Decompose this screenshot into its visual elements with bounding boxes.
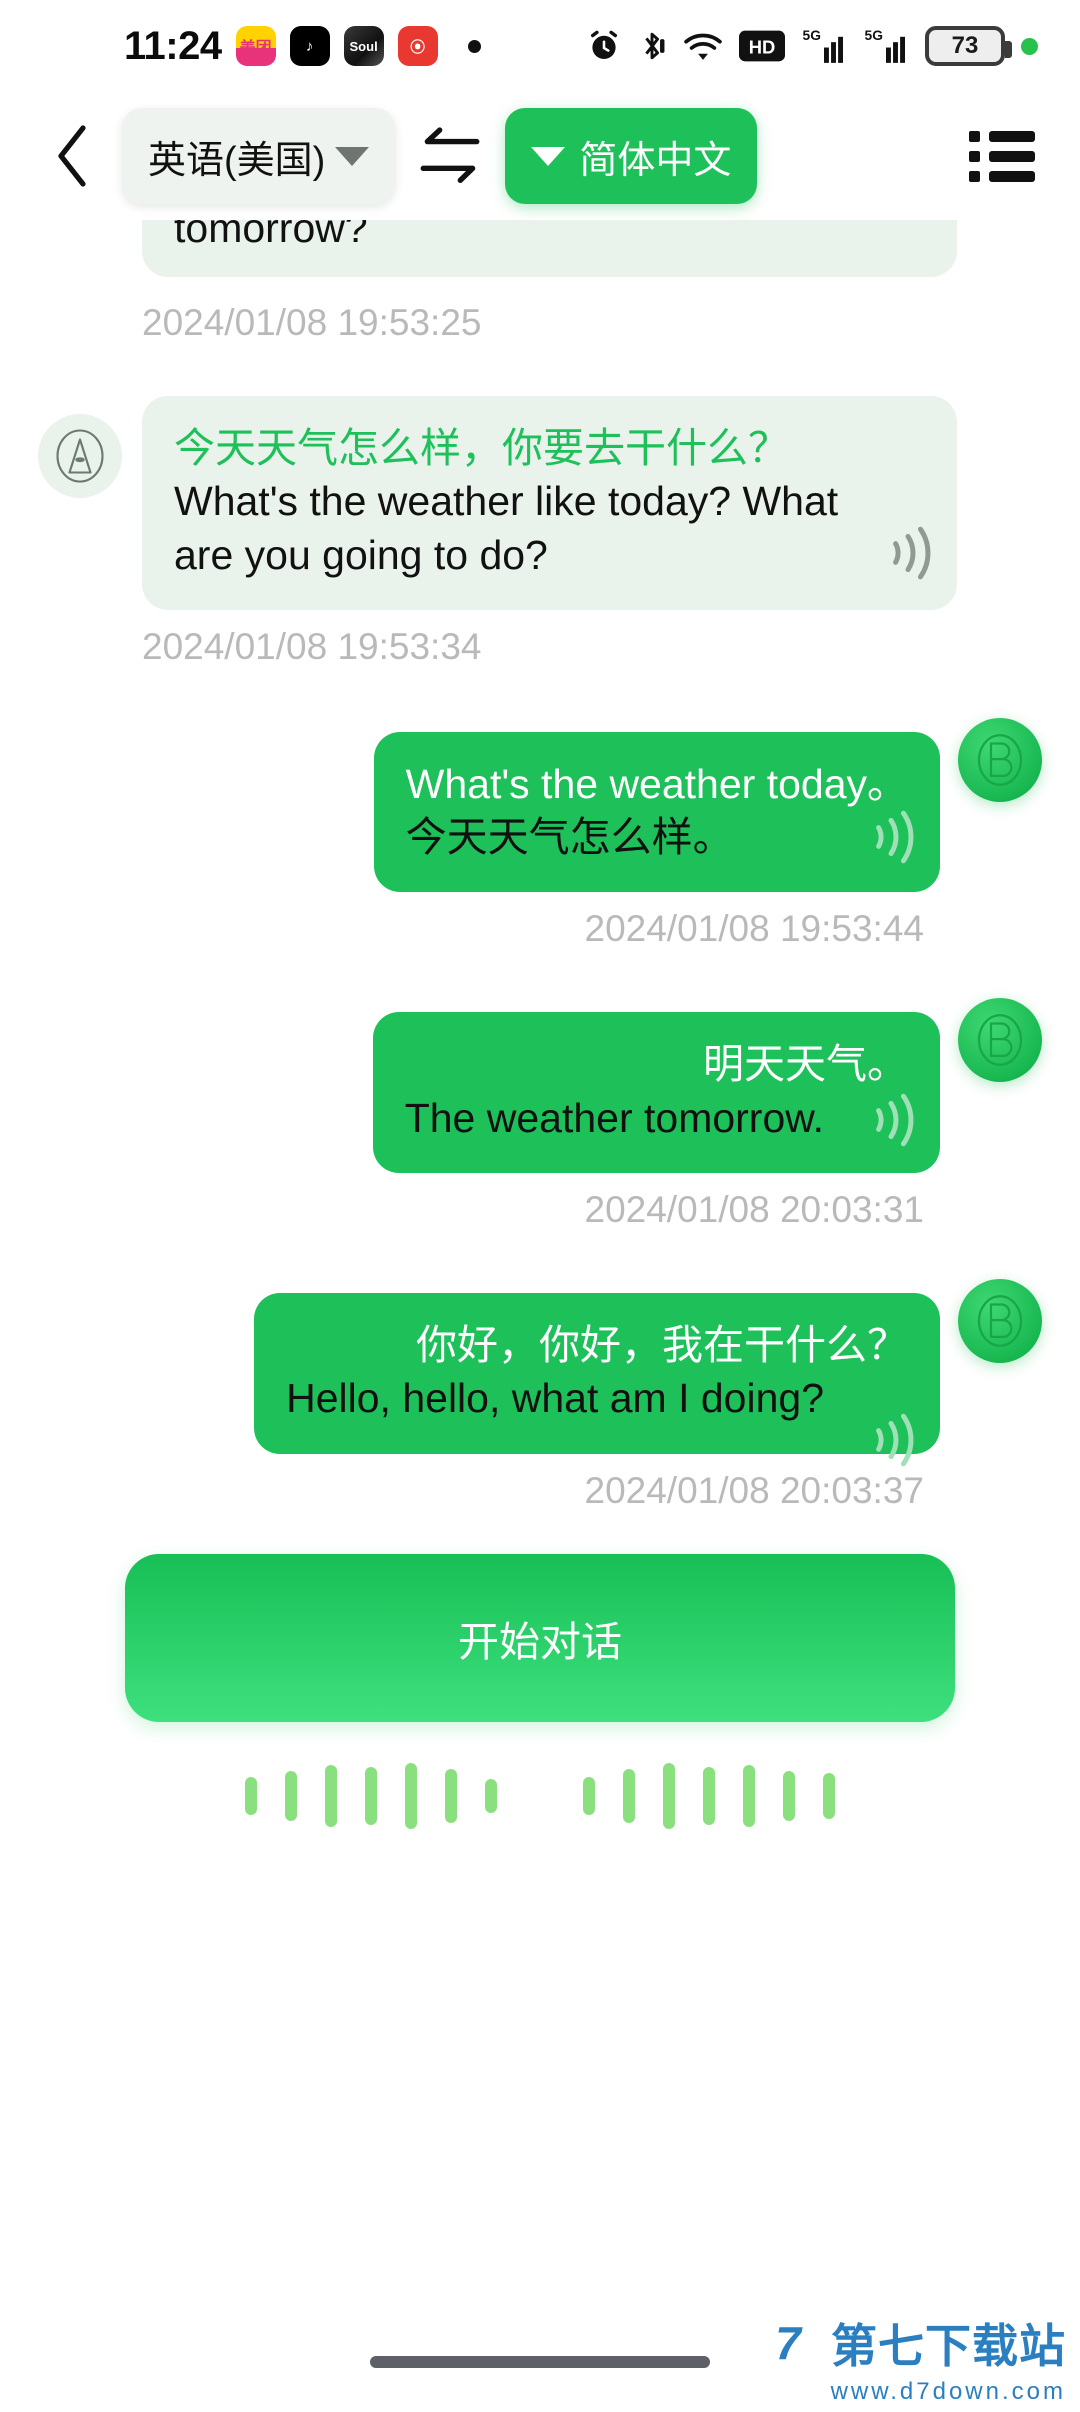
message-bubble[interactable]: 明天天气。 The weather tomorrow. xyxy=(372,1012,940,1174)
waveform-group-left xyxy=(245,1762,497,1829)
avatar-letter-b-icon xyxy=(977,1014,1023,1067)
soul-app-icon: Soul xyxy=(343,26,384,66)
avatar xyxy=(958,717,1042,802)
avatar xyxy=(38,414,122,498)
list-icon xyxy=(969,130,1035,142)
status-bar: 11:24 美团 ♪ Soul ⦿ HD 5G 5G 73 xyxy=(0,0,1080,92)
chevron-down-icon xyxy=(531,146,566,166)
app-header: 英语(美国) 简体中文 xyxy=(0,92,1080,220)
waveform-bar xyxy=(485,1778,497,1813)
message-secondary-text: What's the weather like today? What are … xyxy=(174,478,839,578)
message-bubble[interactable]: What's the weather today。 今天天气怎么样。 xyxy=(373,731,940,893)
waveform-bar xyxy=(783,1770,795,1821)
wifi-icon xyxy=(683,27,723,65)
waveform-bar xyxy=(823,1772,835,1819)
source-language-selector[interactable]: 英语(美国) xyxy=(122,108,396,204)
speaker-icon[interactable] xyxy=(864,1091,918,1149)
notification-dot-icon xyxy=(467,39,481,53)
waveform-bar xyxy=(663,1762,675,1829)
message-primary-text: 今天天气怎么样，你要去干什么？ xyxy=(174,425,789,471)
clock: 11:24 xyxy=(124,23,222,68)
message-primary-text: 明天天气。 xyxy=(703,1041,908,1088)
hd-voice-icon: HD xyxy=(739,27,785,65)
avatar-letter-a-icon xyxy=(56,429,104,483)
avatar-letter-b-icon xyxy=(977,734,1023,786)
meituan-app-icon: 美团 xyxy=(235,26,276,66)
waveform-bar xyxy=(245,1776,257,1815)
message-secondary-text: 今天天气怎么样。 xyxy=(405,814,734,861)
waveform-bar xyxy=(365,1766,377,1825)
start-conversation-label: 开始对话 xyxy=(458,1618,622,1665)
battery-icon: 73 xyxy=(925,26,1012,66)
status-bar-left: 11:24 美团 ♪ Soul ⦿ xyxy=(124,24,481,69)
green-status-dot xyxy=(1021,37,1038,55)
back-button[interactable] xyxy=(38,116,108,196)
audio-waveform xyxy=(0,1736,1080,1856)
svg-text:5G: 5G xyxy=(803,28,821,43)
watermark-site-name: 第七下载站 xyxy=(831,2320,1066,2372)
clipped-message-bubble[interactable]: tomorrow? xyxy=(38,220,1042,286)
target-language-selector[interactable]: 简体中文 xyxy=(505,108,758,204)
message-timestamp: 2024/01/08 19:53:34 xyxy=(142,625,482,667)
message-timestamp: 2024/01/08 20:03:37 xyxy=(584,1469,925,1511)
message-secondary-text: Hello, hello, what am I doing? xyxy=(286,1375,824,1422)
avatar xyxy=(958,998,1042,1083)
message-row[interactable]: 明天天气。 The weather tomorrow. xyxy=(38,998,1042,1174)
message-timestamp: 2024/01/08 19:53:44 xyxy=(584,908,925,950)
message-row[interactable]: What's the weather today。 今天天气怎么样。 xyxy=(38,717,1042,893)
watermark-logo-icon: 7 xyxy=(775,2317,801,2369)
swap-arrows-icon xyxy=(420,127,480,183)
tiktok-app-icon: ♪ xyxy=(289,26,330,66)
waveform-bar xyxy=(703,1766,715,1825)
conversation-list[interactable]: tomorrow? 2024/01/08 19:53:25 今天天气怎么样，你要… xyxy=(0,220,1080,1512)
waveform-bar xyxy=(623,1768,635,1823)
message-primary-text: 你好，你好，我在干什么？ xyxy=(416,1322,908,1369)
message-row[interactable]: 你好，你好，我在干什么？ Hello, hello, what am I doi… xyxy=(38,1279,1042,1467)
bluetooth-icon xyxy=(637,27,667,65)
waveform-bar xyxy=(405,1762,417,1829)
home-indicator[interactable] xyxy=(370,2356,710,2368)
waveform-bar xyxy=(325,1764,337,1827)
signal-5g-2-icon: 5G xyxy=(863,27,909,65)
status-bar-right: HD 5G 5G 73 xyxy=(587,26,1038,66)
source-language-label: 英语(美国) xyxy=(148,139,326,182)
waveform-bar xyxy=(583,1776,595,1815)
message-timestamp: 2024/01/08 19:53:25 xyxy=(142,302,482,343)
message-row[interactable]: 今天天气怎么样，你要去干什么？ What's the weather like … xyxy=(38,396,1042,610)
svg-text:HD: HD xyxy=(749,37,776,58)
message-secondary-text: The weather tomorrow. xyxy=(404,1094,824,1141)
avatar-letter-b-icon xyxy=(977,1295,1023,1347)
message-timestamp: 2024/01/08 20:03:31 xyxy=(584,1189,925,1231)
svg-text:5G: 5G xyxy=(865,28,883,43)
chevron-down-icon xyxy=(335,146,370,166)
message-bubble[interactable]: 你好，你好，我在干什么？ Hello, hello, what am I doi… xyxy=(254,1293,940,1467)
swap-languages-button[interactable] xyxy=(395,125,505,187)
battery-percent: 73 xyxy=(951,32,979,59)
clipped-message-text: tomorrow? xyxy=(174,220,368,251)
target-language-label: 简体中文 xyxy=(579,139,732,182)
waveform-bar xyxy=(285,1770,297,1821)
signal-5g-1-icon: 5G xyxy=(801,27,847,65)
watermark-url: www.d7down.com xyxy=(830,2378,1066,2405)
watermark: 7 第七下载站 www.d7down.com xyxy=(757,2310,1066,2406)
speaker-icon[interactable] xyxy=(864,1411,918,1469)
waveform-group-right xyxy=(583,1762,835,1829)
waveform-bar xyxy=(445,1768,457,1823)
message-bubble[interactable]: 今天天气怎么样，你要去干什么？ What's the weather like … xyxy=(142,396,957,610)
speaker-icon[interactable] xyxy=(864,808,918,866)
netease-music-app-icon: ⦿ xyxy=(397,26,438,66)
avatar xyxy=(958,1279,1042,1364)
alarm-icon xyxy=(587,27,621,65)
message-primary-text: What's the weather today。 xyxy=(405,760,908,807)
start-conversation-button[interactable]: 开始对话 xyxy=(125,1553,955,1722)
history-menu-button[interactable] xyxy=(964,118,1040,194)
waveform-bar xyxy=(743,1764,755,1827)
speaker-icon[interactable] xyxy=(881,524,935,582)
